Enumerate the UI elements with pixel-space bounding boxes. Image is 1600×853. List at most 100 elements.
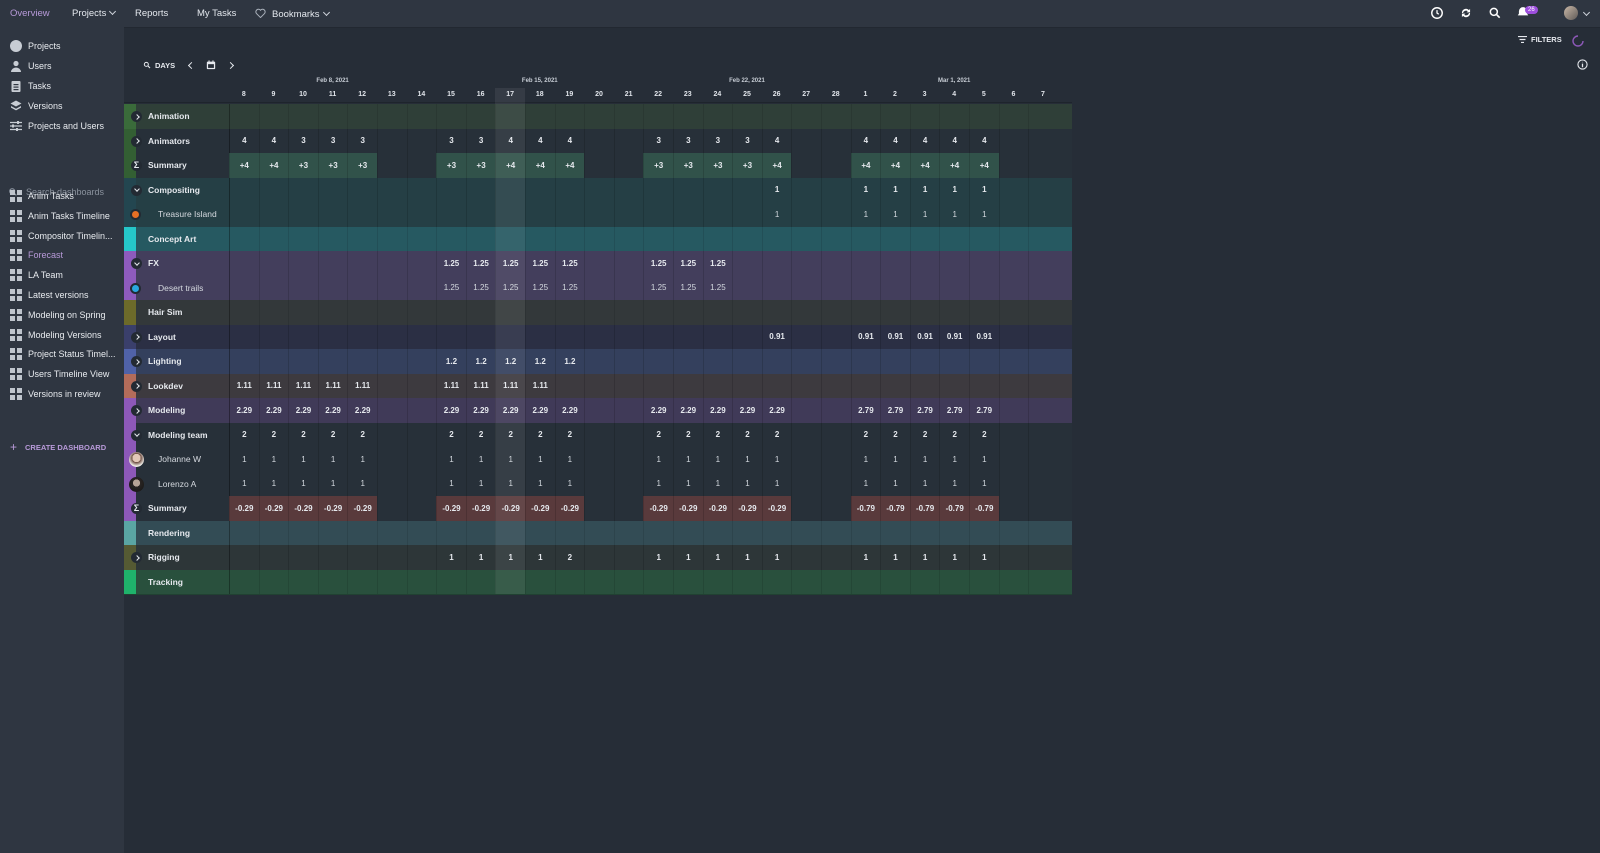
forecast-cell: +3 [732, 153, 762, 178]
day-label: 12 [358, 91, 367, 98]
info-icon[interactable] [1577, 59, 1588, 70]
forecast-cell [939, 251, 969, 276]
create-dashboard-label: CREATE DASHBOARD [25, 442, 107, 452]
nav-reports[interactable]: Reports [135, 8, 168, 19]
filters-button[interactable]: FILTERS [1518, 35, 1562, 44]
sidebar-dashboard-item[interactable]: Users Timeline View [10, 366, 109, 382]
forecast-cell [821, 128, 851, 153]
group-row[interactable]: Compositing 1 1 1 1 1 1 [124, 177, 1072, 203]
grid-line [880, 104, 882, 129]
sidebar-dashboard-item[interactable]: Latest versions [10, 287, 89, 303]
group-row[interactable]: Lighting 1.2 1.2 1.2 1.2 1.2 [124, 349, 1072, 375]
sidebar-item-tasks[interactable]: Tasks [10, 78, 51, 94]
search-icon[interactable] [1488, 6, 1502, 20]
chevron-right-icon[interactable] [131, 380, 142, 392]
sync-icon[interactable] [1459, 6, 1473, 20]
forecast-cell: +3 [702, 153, 733, 178]
sidebar-item-users[interactable]: Users [10, 58, 52, 74]
forecast-cell [998, 496, 1029, 521]
list-item[interactable]: Johanne W11111111111111111111 [124, 447, 1072, 473]
sidebar-dashboard-item[interactable]: Modeling on Spring [10, 307, 106, 323]
sidebar-dashboard-label: Users Timeline View [28, 369, 110, 380]
sidebar-dashboard-item[interactable]: Forecast [10, 247, 63, 263]
chevron-down-icon[interactable] [1582, 8, 1591, 17]
chevron-right-icon[interactable] [131, 111, 142, 122]
sidebar-dashboard-item[interactable]: Project Status Timel... [10, 346, 116, 362]
sidebar-item-projects[interactable]: Projects [10, 38, 61, 54]
chevron-right-icon[interactable] [131, 331, 142, 343]
sidebar-dashboard-item[interactable]: Compositor Timelin... [10, 228, 113, 244]
grid-line [673, 226, 674, 251]
list-item[interactable]: Treasure Island 1 1 1 1 1 1 [124, 202, 1072, 228]
forecast-cell [229, 275, 259, 300]
forecast-cell [613, 545, 644, 570]
grid-line [850, 300, 852, 325]
list-item[interactable]: Desert trails 1.25 1.25 1.25 1.25 1.25 1.25 1.2… [124, 275, 1072, 301]
nav-bookmarks[interactable]: Bookmarks [255, 8, 330, 20]
grid-line [613, 104, 615, 129]
chevron-down-icon[interactable] [131, 429, 142, 441]
previous-icon[interactable] [188, 61, 196, 69]
forecast-cell [791, 496, 821, 521]
list-item[interactable]: Lorenzo A11111111111111111111 [124, 471, 1072, 497]
forecast-cell [909, 251, 940, 276]
create-dashboard-button[interactable]: + CREATE DASHBOARD [10, 440, 106, 454]
group-row[interactable]: Modeling 2.29 2.29 2.29 2.29 2.29 2.29 2.29 2.29… [124, 398, 1072, 424]
group-row[interactable]: Modeling team 2 2 2 2 2 2 2 2 2 2 2 2 2 2 2 2 2 2 2 2 [124, 422, 1072, 448]
sidebar-dashboard-item[interactable]: Anim Tasks [10, 188, 74, 204]
next-icon[interactable] [227, 61, 235, 69]
grid-line [229, 569, 230, 594]
chevron-right-icon[interactable] [131, 135, 142, 147]
chevron-down-icon[interactable] [131, 258, 142, 269]
sidebar-item-versions[interactable]: Versions [10, 98, 63, 114]
chevron-right-icon[interactable] [131, 552, 142, 563]
sidebar-dashboard-item[interactable]: Anim Tasks Timeline [10, 208, 110, 224]
nav-overview[interactable]: Overview [10, 8, 50, 19]
group-row[interactable]: Tracking [124, 569, 1072, 595]
clock-icon[interactable] [1430, 6, 1444, 20]
sidebar-dashboard-item[interactable]: Modeling Versions [10, 327, 102, 343]
sidebar-dashboard-item[interactable]: Versions in review [10, 386, 101, 402]
group-row[interactable]: Concept Art [124, 226, 1072, 252]
group-row[interactable]: Layout 0.91 0.91 0.91 0.91 0.91 0.91 [124, 324, 1072, 350]
summary-row[interactable]: Σ Summary -0.29 -0.29 -0.29 -0.29 -0.29 -0.29 -0… [124, 496, 1072, 522]
group-row[interactable]: Animation [124, 104, 1072, 130]
group-row[interactable]: Animators 4 4 3 3 3 3 3 4 4 4 3 3 3 3 4 4 4 4 4 4 [124, 128, 1072, 154]
group-row[interactable]: Hair Sim [124, 300, 1072, 326]
calendar-icon[interactable] [206, 60, 216, 70]
grid-line [436, 569, 438, 594]
group-row[interactable]: Lookdev 1.11 1.11 1.11 1.11 1.11 1.11 1.11 1.11 1… [124, 373, 1072, 399]
forecast-cell: 1 [229, 447, 259, 472]
forecast-cell: 1.25 [554, 275, 585, 300]
nav-projects[interactable]: Projects [72, 7, 117, 19]
forecast-cell: 1 [347, 471, 377, 496]
grid-line [821, 226, 822, 251]
days-zoom-button[interactable]: DAYS [143, 61, 175, 70]
forecast-cell [406, 128, 437, 153]
forecast-cell: 1 [969, 471, 999, 496]
summary-row[interactable]: Σ Summary +4 +4 +3 +3 +3 +3 +3 +4 +4 +4 +3 +3 +3 +3 +4 +4… [124, 153, 1072, 179]
grid-line [436, 226, 438, 251]
chevron-right-icon[interactable] [131, 356, 142, 367]
group-row[interactable]: FX 1.25 1.25 1.25 1.25 1.25 1.25 1.25 1.25 [124, 251, 1072, 277]
group-row[interactable]: Rendering [124, 520, 1072, 546]
sidebar-dashboard-item[interactable]: LA Team [10, 267, 63, 283]
grid-line [673, 569, 674, 594]
nav-my-tasks[interactable]: My Tasks [197, 8, 236, 19]
user-avatar[interactable] [1564, 6, 1578, 20]
forecast-cell: -0.29 [258, 496, 289, 521]
grid-line [850, 569, 852, 594]
grid-line [761, 520, 763, 545]
forecast-cell: -0.79 [909, 496, 940, 521]
group-row[interactable]: Rigging 1 1 1 1 2 1 1 1 1 1 1 1 1 1 1 [124, 545, 1072, 571]
grid-line [998, 226, 1000, 251]
forecast-cell: 1 [702, 471, 733, 496]
forecast-cell [377, 324, 407, 349]
forecast-cell: -0.29 [288, 496, 318, 521]
sidebar-item-projects-and-users[interactable]: Projects and Users [10, 118, 104, 134]
chevron-down-icon[interactable] [131, 184, 142, 196]
chevron-right-icon[interactable] [131, 405, 142, 416]
forecast-cell [821, 251, 851, 276]
forecast-cell [702, 324, 733, 349]
forecast-cell: 2 [761, 422, 792, 447]
